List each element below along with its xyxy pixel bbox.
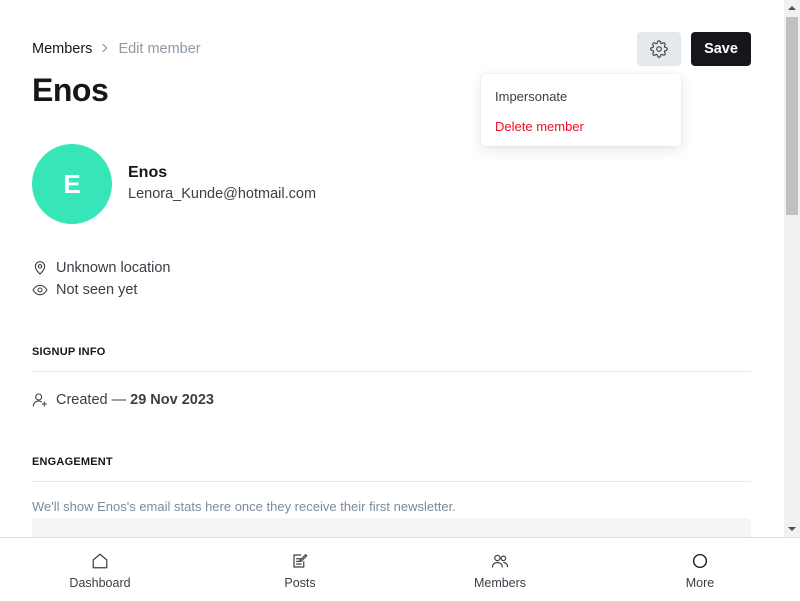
vertical-scrollbar[interactable] <box>784 0 800 537</box>
nav-dashboard-label: Dashboard <box>69 576 131 590</box>
created-label: Created — <box>56 392 127 408</box>
breadcrumb: Members Edit member <box>32 40 201 58</box>
gear-icon <box>650 40 668 58</box>
nav-more-label: More <box>685 576 715 590</box>
page-title: Enos <box>32 72 109 108</box>
user-add-icon <box>32 392 48 408</box>
more-circle-icon <box>691 552 709 570</box>
member-name: Enos <box>128 164 168 181</box>
settings-button[interactable] <box>637 32 681 66</box>
impersonate-menu-item[interactable]: Impersonate <box>481 82 681 112</box>
engagement-heading: ENGAGEMENT <box>32 456 751 482</box>
location-row: Unknown location <box>32 259 170 277</box>
bottom-nav: Dashboard Posts Members More <box>0 537 800 600</box>
chevron-right-icon <box>100 40 110 58</box>
member-email: Lenora_Kunde@hotmail.com <box>128 186 317 202</box>
member-actions-dropdown: Impersonate Delete member <box>481 74 681 146</box>
nav-more[interactable]: More <box>600 538 800 601</box>
created-date: 29 Nov 2023 <box>130 392 214 408</box>
engagement-empty-text: We'll show Enos's email stats here once … <box>32 499 456 514</box>
posts-icon <box>291 552 309 570</box>
engagement-stats-panel <box>32 518 751 537</box>
nav-posts[interactable]: Posts <box>200 538 400 601</box>
scroll-up-arrow-icon[interactable] <box>784 0 800 16</box>
delete-member-menu-item[interactable]: Delete member <box>481 112 681 142</box>
avatar: E <box>32 144 112 224</box>
eye-icon <box>32 282 48 298</box>
breadcrumb-current: Edit member <box>118 41 201 57</box>
members-icon <box>491 552 509 570</box>
save-button[interactable]: Save <box>691 32 751 66</box>
nav-dashboard[interactable]: Dashboard <box>0 538 200 601</box>
created-row: Created — 29 Nov 2023 <box>32 391 214 409</box>
location-text: Unknown location <box>56 260 171 276</box>
scroll-down-arrow-icon[interactable] <box>784 521 800 537</box>
scrollbar-thumb[interactable] <box>786 17 798 215</box>
location-pin-icon <box>32 260 48 276</box>
home-icon <box>91 552 109 570</box>
nav-posts-label: Posts <box>284 576 316 590</box>
breadcrumb-members-link[interactable]: Members <box>32 40 92 58</box>
member-edit-page: Members Edit member Enos Save Impersonat… <box>0 0 784 537</box>
nav-members-label: Members <box>473 576 527 590</box>
last-seen-text: Not seen yet <box>56 282 138 298</box>
last-seen-row: Not seen yet <box>32 281 137 299</box>
signup-info-heading: SIGNUP INFO <box>32 346 751 372</box>
nav-members[interactable]: Members <box>400 538 600 601</box>
